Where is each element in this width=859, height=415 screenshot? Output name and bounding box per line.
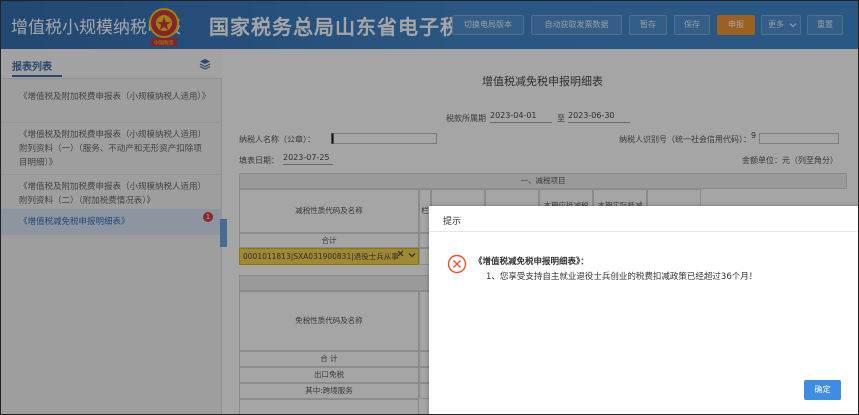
error-circle-icon (447, 254, 467, 274)
dialog-header: 提示 (429, 206, 858, 232)
dialog-title: 提示 (443, 217, 462, 227)
dialog-message: 1、您享受支持自主就业退役士兵创业的税费扣减政策已经超过36个月！ (486, 272, 758, 282)
alert-dialog: 提示 《增值税减免税申报明细表》： 1、您享受支持自主就业退役士兵创业的税费扣减… (429, 206, 858, 414)
dialog-heading: 《增值税减免税申报明细表》： (474, 257, 589, 267)
confirm-button[interactable]: 确定 (804, 380, 841, 400)
app-window: 增值税小规模纳税申报 中国税务 国家税务总局山东省电子税务 切换电局版本 自动获… (0, 0, 859, 415)
